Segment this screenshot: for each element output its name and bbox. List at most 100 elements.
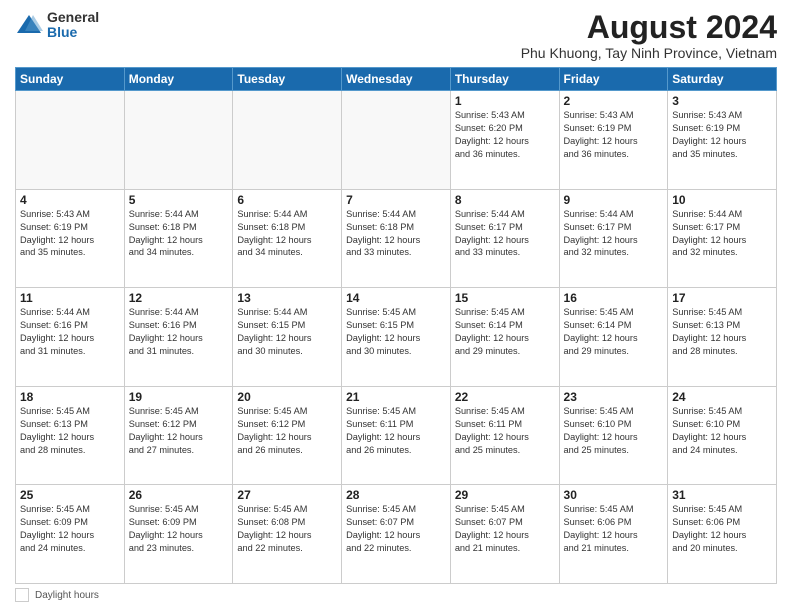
calendar-cell: 18Sunrise: 5:45 AM Sunset: 6:13 PM Dayli… — [16, 386, 125, 485]
day-info: Sunrise: 5:43 AM Sunset: 6:19 PM Dayligh… — [20, 208, 120, 260]
day-number: 30 — [564, 488, 664, 502]
day-info: Sunrise: 5:43 AM Sunset: 6:20 PM Dayligh… — [455, 109, 555, 161]
day-number: 23 — [564, 390, 664, 404]
day-info: Sunrise: 5:45 AM Sunset: 6:13 PM Dayligh… — [20, 405, 120, 457]
calendar-cell: 24Sunrise: 5:45 AM Sunset: 6:10 PM Dayli… — [668, 386, 777, 485]
logo-icon — [15, 11, 43, 39]
calendar-cell: 1Sunrise: 5:43 AM Sunset: 6:20 PM Daylig… — [450, 91, 559, 190]
calendar-cell: 26Sunrise: 5:45 AM Sunset: 6:09 PM Dayli… — [124, 485, 233, 584]
day-info: Sunrise: 5:44 AM Sunset: 6:18 PM Dayligh… — [237, 208, 337, 260]
calendar-table: SundayMondayTuesdayWednesdayThursdayFrid… — [15, 67, 777, 584]
day-number: 9 — [564, 193, 664, 207]
day-info: Sunrise: 5:44 AM Sunset: 6:17 PM Dayligh… — [564, 208, 664, 260]
calendar-header-tuesday: Tuesday — [233, 68, 342, 91]
calendar-cell: 8Sunrise: 5:44 AM Sunset: 6:17 PM Daylig… — [450, 189, 559, 288]
day-info: Sunrise: 5:44 AM Sunset: 6:16 PM Dayligh… — [129, 306, 229, 358]
footer-label: Daylight hours — [35, 590, 99, 601]
calendar-week-4: 18Sunrise: 5:45 AM Sunset: 6:13 PM Dayli… — [16, 386, 777, 485]
calendar-cell: 28Sunrise: 5:45 AM Sunset: 6:07 PM Dayli… — [342, 485, 451, 584]
calendar-cell: 6Sunrise: 5:44 AM Sunset: 6:18 PM Daylig… — [233, 189, 342, 288]
day-info: Sunrise: 5:45 AM Sunset: 6:07 PM Dayligh… — [346, 503, 446, 555]
day-info: Sunrise: 5:44 AM Sunset: 6:15 PM Dayligh… — [237, 306, 337, 358]
calendar-cell — [16, 91, 125, 190]
day-number: 25 — [20, 488, 120, 502]
day-info: Sunrise: 5:44 AM Sunset: 6:17 PM Dayligh… — [455, 208, 555, 260]
calendar-week-1: 1Sunrise: 5:43 AM Sunset: 6:20 PM Daylig… — [16, 91, 777, 190]
day-info: Sunrise: 5:45 AM Sunset: 6:06 PM Dayligh… — [672, 503, 772, 555]
calendar-cell: 19Sunrise: 5:45 AM Sunset: 6:12 PM Dayli… — [124, 386, 233, 485]
day-number: 17 — [672, 291, 772, 305]
day-info: Sunrise: 5:44 AM Sunset: 6:18 PM Dayligh… — [129, 208, 229, 260]
day-info: Sunrise: 5:45 AM Sunset: 6:13 PM Dayligh… — [672, 306, 772, 358]
calendar-header-sunday: Sunday — [16, 68, 125, 91]
calendar-cell: 2Sunrise: 5:43 AM Sunset: 6:19 PM Daylig… — [559, 91, 668, 190]
logo: General Blue — [15, 10, 99, 41]
day-number: 21 — [346, 390, 446, 404]
day-number: 4 — [20, 193, 120, 207]
calendar-cell: 21Sunrise: 5:45 AM Sunset: 6:11 PM Dayli… — [342, 386, 451, 485]
calendar-cell: 4Sunrise: 5:43 AM Sunset: 6:19 PM Daylig… — [16, 189, 125, 288]
calendar-cell: 7Sunrise: 5:44 AM Sunset: 6:18 PM Daylig… — [342, 189, 451, 288]
calendar-cell: 17Sunrise: 5:45 AM Sunset: 6:13 PM Dayli… — [668, 288, 777, 387]
day-number: 31 — [672, 488, 772, 502]
day-number: 18 — [20, 390, 120, 404]
day-number: 2 — [564, 94, 664, 108]
day-number: 15 — [455, 291, 555, 305]
day-info: Sunrise: 5:45 AM Sunset: 6:14 PM Dayligh… — [455, 306, 555, 358]
day-info: Sunrise: 5:45 AM Sunset: 6:10 PM Dayligh… — [672, 405, 772, 457]
calendar-cell: 23Sunrise: 5:45 AM Sunset: 6:10 PM Dayli… — [559, 386, 668, 485]
logo-blue-text: Blue — [47, 25, 99, 40]
day-number: 26 — [129, 488, 229, 502]
day-number: 1 — [455, 94, 555, 108]
day-info: Sunrise: 5:45 AM Sunset: 6:09 PM Dayligh… — [129, 503, 229, 555]
calendar-cell: 30Sunrise: 5:45 AM Sunset: 6:06 PM Dayli… — [559, 485, 668, 584]
logo-text: General Blue — [47, 10, 99, 41]
calendar-cell: 22Sunrise: 5:45 AM Sunset: 6:11 PM Dayli… — [450, 386, 559, 485]
footer: Daylight hours — [15, 588, 777, 602]
calendar-header-wednesday: Wednesday — [342, 68, 451, 91]
day-info: Sunrise: 5:45 AM Sunset: 6:12 PM Dayligh… — [129, 405, 229, 457]
day-info: Sunrise: 5:45 AM Sunset: 6:12 PM Dayligh… — [237, 405, 337, 457]
day-number: 19 — [129, 390, 229, 404]
title-block: August 2024 Phu Khuong, Tay Ninh Provinc… — [521, 10, 777, 61]
calendar-cell: 11Sunrise: 5:44 AM Sunset: 6:16 PM Dayli… — [16, 288, 125, 387]
subtitle: Phu Khuong, Tay Ninh Province, Vietnam — [521, 45, 777, 61]
day-info: Sunrise: 5:44 AM Sunset: 6:17 PM Dayligh… — [672, 208, 772, 260]
calendar-header-thursday: Thursday — [450, 68, 559, 91]
day-info: Sunrise: 5:45 AM Sunset: 6:06 PM Dayligh… — [564, 503, 664, 555]
day-info: Sunrise: 5:44 AM Sunset: 6:16 PM Dayligh… — [20, 306, 120, 358]
day-number: 6 — [237, 193, 337, 207]
day-number: 11 — [20, 291, 120, 305]
calendar-cell — [124, 91, 233, 190]
calendar-cell: 15Sunrise: 5:45 AM Sunset: 6:14 PM Dayli… — [450, 288, 559, 387]
day-info: Sunrise: 5:45 AM Sunset: 6:11 PM Dayligh… — [346, 405, 446, 457]
day-info: Sunrise: 5:45 AM Sunset: 6:11 PM Dayligh… — [455, 405, 555, 457]
day-info: Sunrise: 5:45 AM Sunset: 6:15 PM Dayligh… — [346, 306, 446, 358]
day-info: Sunrise: 5:44 AM Sunset: 6:18 PM Dayligh… — [346, 208, 446, 260]
header: General Blue August 2024 Phu Khuong, Tay… — [15, 10, 777, 61]
day-info: Sunrise: 5:45 AM Sunset: 6:10 PM Dayligh… — [564, 405, 664, 457]
day-number: 3 — [672, 94, 772, 108]
calendar-cell — [342, 91, 451, 190]
calendar-week-3: 11Sunrise: 5:44 AM Sunset: 6:16 PM Dayli… — [16, 288, 777, 387]
day-number: 20 — [237, 390, 337, 404]
day-info: Sunrise: 5:45 AM Sunset: 6:14 PM Dayligh… — [564, 306, 664, 358]
calendar-header-monday: Monday — [124, 68, 233, 91]
calendar-cell: 12Sunrise: 5:44 AM Sunset: 6:16 PM Dayli… — [124, 288, 233, 387]
day-info: Sunrise: 5:45 AM Sunset: 6:09 PM Dayligh… — [20, 503, 120, 555]
calendar-cell: 14Sunrise: 5:45 AM Sunset: 6:15 PM Dayli… — [342, 288, 451, 387]
calendar-week-2: 4Sunrise: 5:43 AM Sunset: 6:19 PM Daylig… — [16, 189, 777, 288]
day-number: 29 — [455, 488, 555, 502]
logo-general-text: General — [47, 10, 99, 25]
day-info: Sunrise: 5:45 AM Sunset: 6:07 PM Dayligh… — [455, 503, 555, 555]
calendar-cell: 27Sunrise: 5:45 AM Sunset: 6:08 PM Dayli… — [233, 485, 342, 584]
day-info: Sunrise: 5:45 AM Sunset: 6:08 PM Dayligh… — [237, 503, 337, 555]
calendar-cell: 29Sunrise: 5:45 AM Sunset: 6:07 PM Dayli… — [450, 485, 559, 584]
page: General Blue August 2024 Phu Khuong, Tay… — [0, 0, 792, 612]
day-number: 27 — [237, 488, 337, 502]
day-number: 13 — [237, 291, 337, 305]
calendar-cell: 10Sunrise: 5:44 AM Sunset: 6:17 PM Dayli… — [668, 189, 777, 288]
calendar-cell: 5Sunrise: 5:44 AM Sunset: 6:18 PM Daylig… — [124, 189, 233, 288]
calendar-header-friday: Friday — [559, 68, 668, 91]
calendar-header-saturday: Saturday — [668, 68, 777, 91]
